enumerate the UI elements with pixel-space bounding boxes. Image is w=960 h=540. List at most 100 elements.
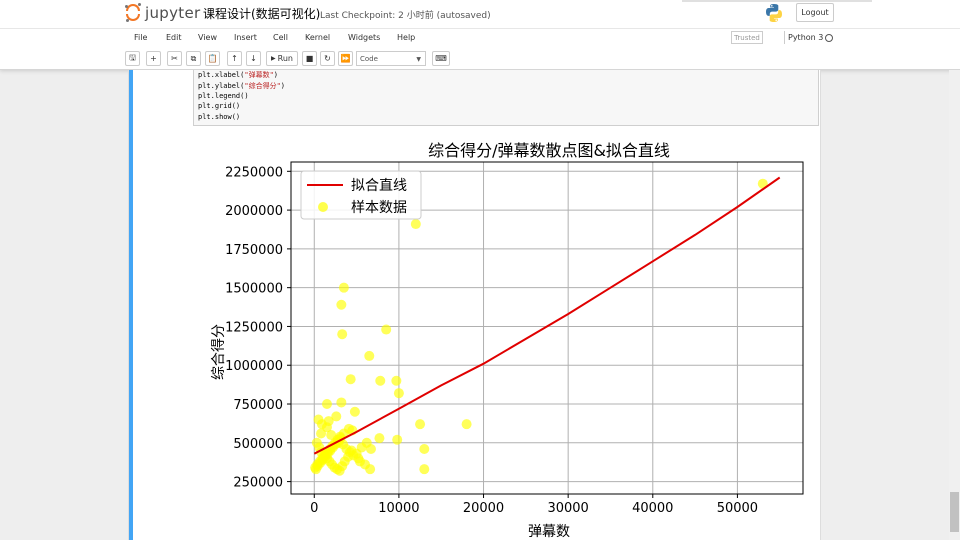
- move-down-button[interactable]: ↓: [246, 51, 261, 66]
- cell-type-select[interactable]: Code ▼: [356, 51, 426, 66]
- page-scrollbar[interactable]: [949, 70, 960, 540]
- data-point: [375, 375, 386, 386]
- menu-help[interactable]: Help: [397, 33, 415, 42]
- data-point: [419, 464, 430, 475]
- run-button[interactable]: ▶ Run: [266, 51, 298, 66]
- copy-button[interactable]: ⧉: [186, 51, 201, 66]
- restart-icon: ↻: [324, 54, 331, 63]
- y-tick-label: 1500000: [225, 282, 283, 297]
- arrow-down-icon: ↓: [250, 54, 257, 63]
- menu-insert[interactable]: Insert: [234, 33, 257, 42]
- kernel-name[interactable]: Python 3: [788, 33, 823, 42]
- menu-edit[interactable]: Edit: [166, 33, 182, 42]
- code-line: plt.legend(): [198, 92, 249, 100]
- data-point: [419, 444, 430, 455]
- code-input-area[interactable]: plt.xlabel("弹幕数") plt.ylabel("综合得分") plt…: [193, 70, 819, 126]
- x-tick-label: 50000: [717, 501, 758, 516]
- toolbar: 🖫 + ✂ ⧉ 📋 ↑ ↓ ▶ Run ■ ↻ ⏩ Code ▼ ⌨: [0, 50, 960, 68]
- chevron-down-icon: ▼: [416, 56, 421, 63]
- run-icon: ▶: [271, 55, 276, 62]
- menu-view[interactable]: View: [198, 33, 217, 42]
- legend-entry-fit-line: 拟合直线: [351, 177, 407, 194]
- scrollbar-thumb[interactable]: [950, 492, 959, 532]
- data-point: [338, 282, 349, 293]
- data-point: [374, 433, 385, 444]
- legend-entry-samples: 样本数据: [351, 200, 407, 216]
- data-point: [365, 464, 376, 475]
- data-point: [336, 397, 347, 408]
- command-palette-button[interactable]: ⌨: [432, 51, 450, 66]
- plus-icon: +: [150, 54, 157, 63]
- x-tick-label: 40000: [632, 501, 673, 516]
- x-tick-label: 10000: [378, 501, 419, 516]
- kernel-separator: [784, 31, 785, 44]
- copy-icon: ⧉: [190, 53, 197, 63]
- data-point: [393, 388, 404, 399]
- cut-button[interactable]: ✂: [167, 51, 182, 66]
- move-up-button[interactable]: ↑: [227, 51, 242, 66]
- top-bar: jupyter 课程设计(数据可视化) Last Checkpoint: 2 小…: [0, 0, 960, 28]
- save-button[interactable]: 🖫: [125, 51, 140, 66]
- chart-title: 综合得分/弹幕数散点图&拟合直线: [428, 141, 670, 160]
- y-tick-label: 500000: [233, 437, 283, 452]
- x-tick-label: 0: [310, 501, 318, 516]
- python-logo-icon: [766, 4, 782, 22]
- paste-button[interactable]: 📋: [205, 51, 220, 66]
- paste-icon: 📋: [207, 54, 218, 63]
- data-point: [461, 419, 472, 430]
- data-point: [349, 406, 360, 417]
- y-tick-label: 250000: [233, 476, 283, 491]
- scatter-chart: 综合得分/弹幕数散点图&拟合直线 0 10000 20000 30000 40000 50…: [210, 141, 804, 540]
- data-point: [316, 428, 327, 439]
- y-tick-label: 2250000: [225, 165, 283, 180]
- x-tick-label: 20000: [463, 501, 504, 516]
- y-tick-label: 2000000: [225, 204, 283, 219]
- trusted-indicator[interactable]: Trusted: [731, 31, 763, 44]
- menu-cell[interactable]: Cell: [273, 33, 288, 42]
- menu-widgets[interactable]: Widgets: [348, 33, 380, 42]
- insert-cell-button[interactable]: +: [146, 51, 161, 66]
- chart-legend: 拟合直线 样本数据: [300, 170, 422, 220]
- keyboard-icon: ⌨: [435, 54, 447, 63]
- selected-cell-indicator: [129, 70, 133, 540]
- y-tick-label: 1000000: [225, 359, 283, 374]
- data-point: [323, 416, 334, 427]
- y-axis-label: 综合得分: [210, 324, 227, 380]
- notebook-header: jupyter 课程设计(数据可视化) Last Checkpoint: 2 小…: [0, 0, 960, 70]
- data-point: [361, 437, 372, 448]
- data-point: [415, 419, 426, 430]
- arrow-up-icon: ↑: [231, 54, 238, 63]
- notebook-title[interactable]: 课程设计(数据可视化): [203, 5, 320, 22]
- x-axis-label: 弹幕数: [528, 524, 570, 540]
- x-tick-label: 30000: [547, 501, 588, 516]
- data-point: [321, 399, 332, 410]
- checkpoint-status: Last Checkpoint: 2 小时前 (autosaved): [320, 11, 491, 21]
- data-point: [391, 375, 402, 386]
- code-line: plt.xlabel("弹幕数"): [198, 71, 279, 79]
- cell-type-value: Code: [360, 54, 378, 63]
- code-line: plt.ylabel("综合得分"): [198, 82, 286, 90]
- jupyter-logo-icon: [125, 3, 141, 23]
- fast-forward-icon: ⏩: [340, 54, 351, 63]
- y-tick-label: 1250000: [225, 320, 283, 335]
- restart-run-all-button[interactable]: ⏩: [338, 51, 353, 66]
- menu-file[interactable]: File: [134, 33, 147, 42]
- data-point: [345, 374, 356, 385]
- interrupt-button[interactable]: ■: [302, 51, 317, 66]
- menu-kernel[interactable]: Kernel: [305, 33, 330, 42]
- data-point: [364, 350, 375, 361]
- restart-button[interactable]: ↻: [320, 51, 335, 66]
- stop-icon: ■: [305, 54, 314, 63]
- logout-button[interactable]: Logout: [796, 3, 834, 22]
- kernel-idle-icon: [825, 34, 833, 42]
- jupyter-logo[interactable]: jupyter: [125, 3, 200, 23]
- y-tick-label: 1750000: [225, 243, 283, 258]
- data-point: [381, 324, 392, 335]
- data-point: [336, 299, 347, 310]
- code-line: plt.grid(): [198, 102, 241, 110]
- data-point: [392, 434, 403, 445]
- jupyter-logo-text: jupyter: [145, 4, 201, 22]
- data-point: [343, 423, 354, 434]
- code-line: plt.show(): [198, 113, 241, 121]
- cut-icon: ✂: [171, 54, 178, 63]
